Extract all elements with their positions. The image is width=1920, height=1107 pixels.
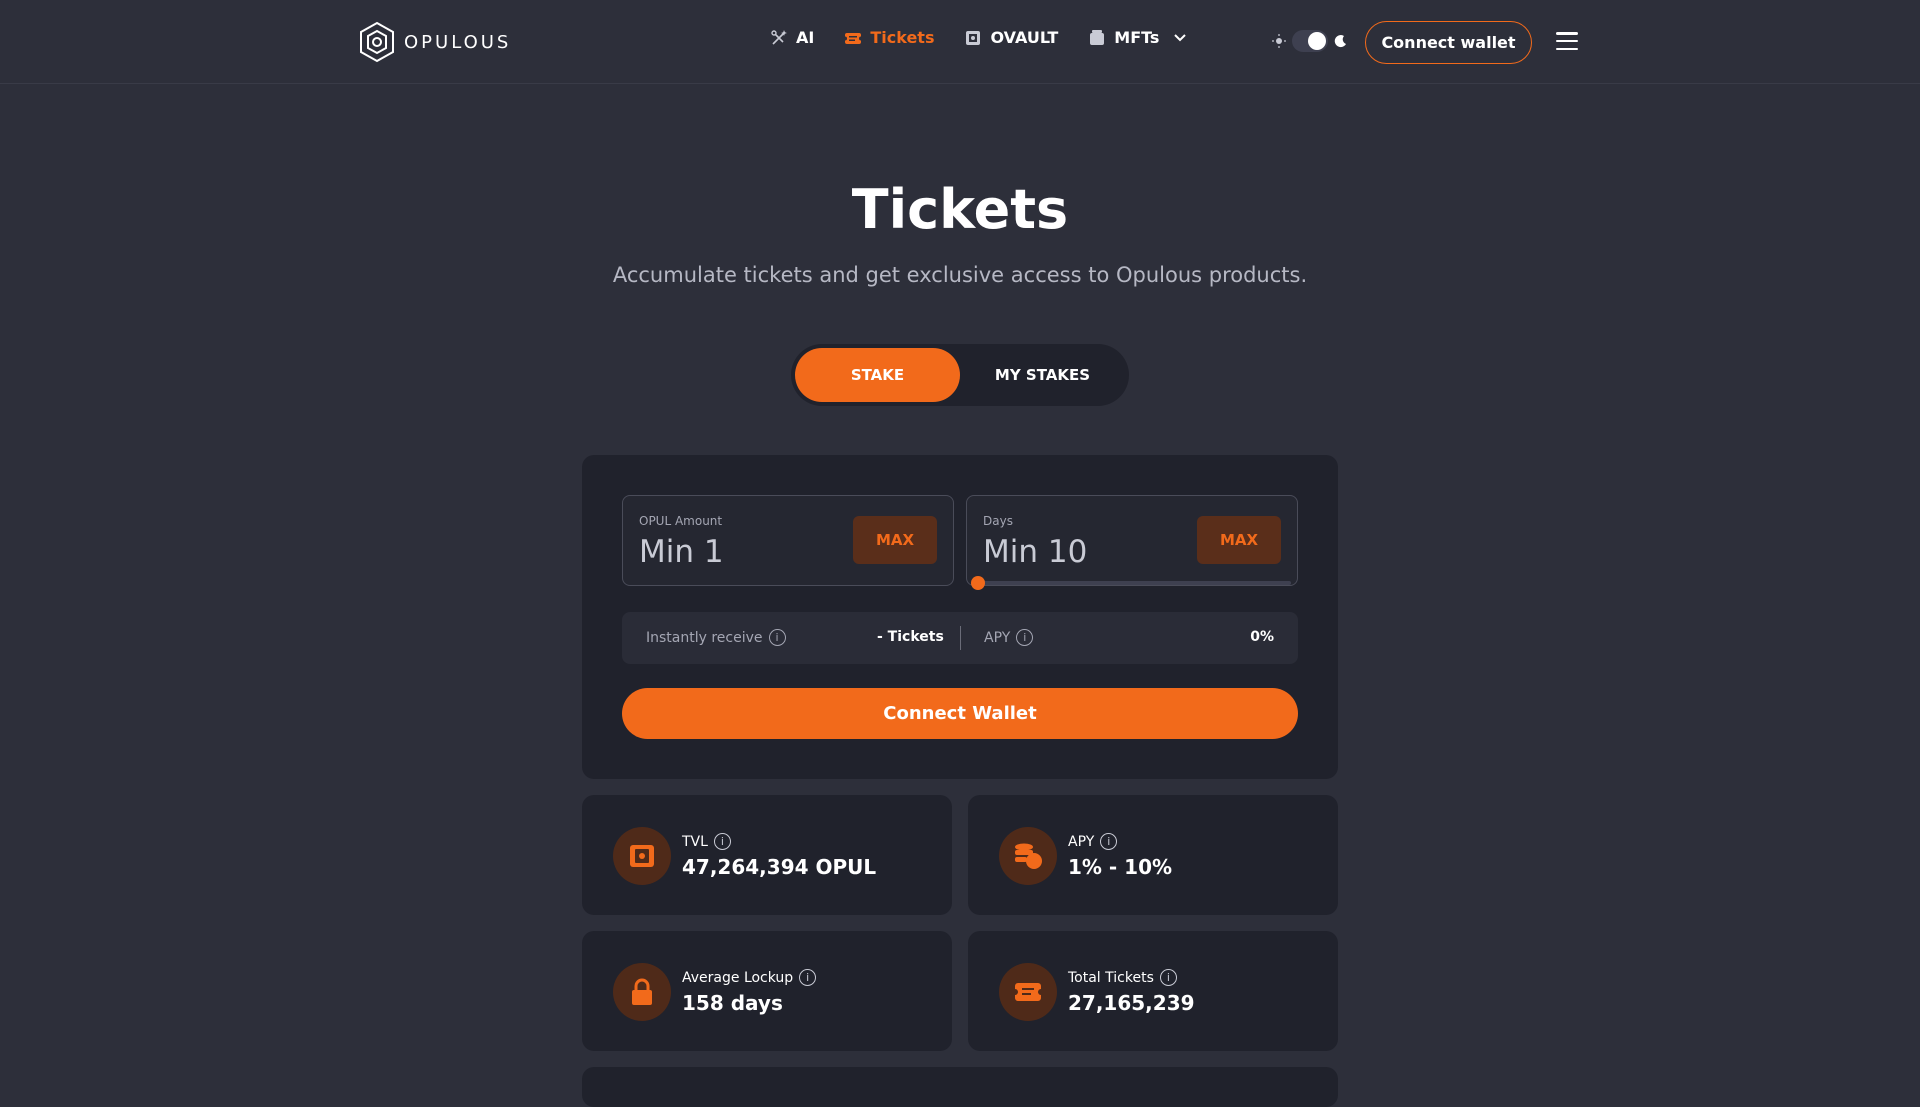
nav-ai[interactable]: AI: [770, 28, 814, 47]
nav-ai-label: AI: [796, 28, 815, 47]
theme-switch-knob: [1308, 32, 1326, 50]
days-slider-thumb[interactable]: [971, 576, 985, 590]
opul-amount-label: OPUL Amount: [639, 514, 723, 528]
apy-summary-value: 0%: [1250, 629, 1274, 645]
top-navbar: OPULOUS AI Tickets OVAULT MFTs Connect w…: [0, 0, 1920, 84]
coins-icon: [999, 827, 1057, 885]
moon-icon: [1334, 35, 1346, 48]
stake-form-card: OPUL Amount MAX Days MAX Instantly recei…: [582, 455, 1338, 779]
stake-tabs: STAKE MY STAKES: [791, 344, 1129, 406]
days-slider[interactable]: [973, 581, 1291, 585]
chevron-down-icon: [1174, 33, 1187, 41]
info-icon[interactable]: i: [1016, 629, 1034, 646]
ticket-icon: [844, 32, 863, 44]
days-label: Days: [983, 514, 1013, 528]
apy-label: APY: [1068, 833, 1095, 850]
nav-mfts[interactable]: MFTs: [1088, 28, 1189, 47]
nav-tickets[interactable]: Tickets: [844, 28, 934, 47]
days-max-button[interactable]: MAX: [1197, 516, 1281, 564]
tickets-value: 27,165,239: [1068, 991, 1195, 1015]
opul-max-button[interactable]: MAX: [853, 516, 937, 564]
brand-name: OPULOUS: [404, 31, 512, 53]
lockup-value: 158 days: [682, 991, 783, 1015]
ticket-icon: [999, 963, 1057, 1021]
menu-bar: [1556, 47, 1578, 50]
tab-stake[interactable]: STAKE: [795, 348, 960, 402]
page-title: Tickets: [851, 178, 1069, 241]
ai-sparkle-icon: [771, 29, 787, 45]
apy-summary-label: APY: [984, 629, 1011, 646]
theme-toggle[interactable]: [1272, 30, 1348, 52]
tickets-label: Total Tickets: [1068, 969, 1154, 986]
menu-icon[interactable]: [1556, 32, 1578, 50]
apy-summary: APY i: [984, 629, 1034, 646]
stake-summary-row: Instantly receive i - Tickets APY i 0%: [622, 612, 1298, 664]
days-input[interactable]: [983, 532, 1173, 572]
apy-value: 1% - 10%: [1068, 855, 1173, 879]
instantly-receive-value: - Tickets: [877, 629, 944, 645]
sun-icon: [1272, 34, 1286, 48]
nav-mfts-label: MFTs: [1114, 28, 1160, 47]
safe-icon: [613, 827, 671, 885]
stat-card-apy: APY i 1% - 10%: [968, 795, 1338, 915]
nav-tickets-label: Tickets: [870, 28, 935, 47]
theme-switch[interactable]: [1292, 30, 1328, 52]
lockup-label-row: Average Lockup i: [682, 969, 817, 986]
info-icon[interactable]: i: [799, 969, 817, 986]
menu-bar: [1556, 32, 1578, 35]
days-box: Days MAX: [966, 495, 1298, 590]
opul-amount-input[interactable]: [639, 532, 829, 572]
stat-card-tvl: TVL i 47,264,394 OPUL: [582, 795, 952, 915]
connect-wallet-button[interactable]: Connect Wallet: [622, 688, 1298, 739]
info-icon[interactable]: i: [1159, 969, 1177, 986]
page-subtitle: Accumulate tickets and get exclusive acc…: [612, 263, 1308, 287]
stat-card-total-tickets: Total Tickets i 27,165,239: [968, 931, 1338, 1051]
brand-logo[interactable]: OPULOUS: [358, 21, 511, 63]
next-card-partial: [582, 1067, 1338, 1107]
opul-amount-box: OPUL Amount MAX: [622, 495, 954, 586]
nav-ovault-label: OVAULT: [990, 28, 1059, 47]
tab-my-stakes[interactable]: MY STAKES: [960, 348, 1125, 402]
info-icon[interactable]: i: [1100, 833, 1118, 850]
lockup-label: Average Lockup: [682, 969, 794, 986]
vault-icon: [966, 30, 981, 45]
tvl-label: TVL: [682, 833, 708, 850]
instantly-receive: Instantly receive i: [646, 629, 786, 646]
stat-card-average-lockup: Average Lockup i 158 days: [582, 931, 952, 1051]
wallet-icon: [1090, 29, 1105, 45]
apy-label-row: APY i: [1068, 833, 1118, 850]
info-icon[interactable]: i: [768, 629, 786, 646]
opulous-logo-icon: [360, 21, 394, 63]
info-icon[interactable]: i: [713, 833, 731, 850]
tickets-label-row: Total Tickets i: [1068, 969, 1177, 986]
divider: [960, 626, 961, 650]
instantly-receive-label: Instantly receive: [646, 629, 763, 646]
connect-wallet-nav-button[interactable]: Connect wallet: [1365, 21, 1532, 64]
tvl-value: 47,264,394 OPUL: [682, 855, 877, 879]
main-nav: AI Tickets OVAULT MFTs: [770, 28, 1189, 47]
lock-icon: [613, 963, 671, 1021]
tvl-label-row: TVL i: [682, 833, 731, 850]
nav-ovault[interactable]: OVAULT: [964, 28, 1058, 47]
menu-bar: [1556, 39, 1578, 43]
